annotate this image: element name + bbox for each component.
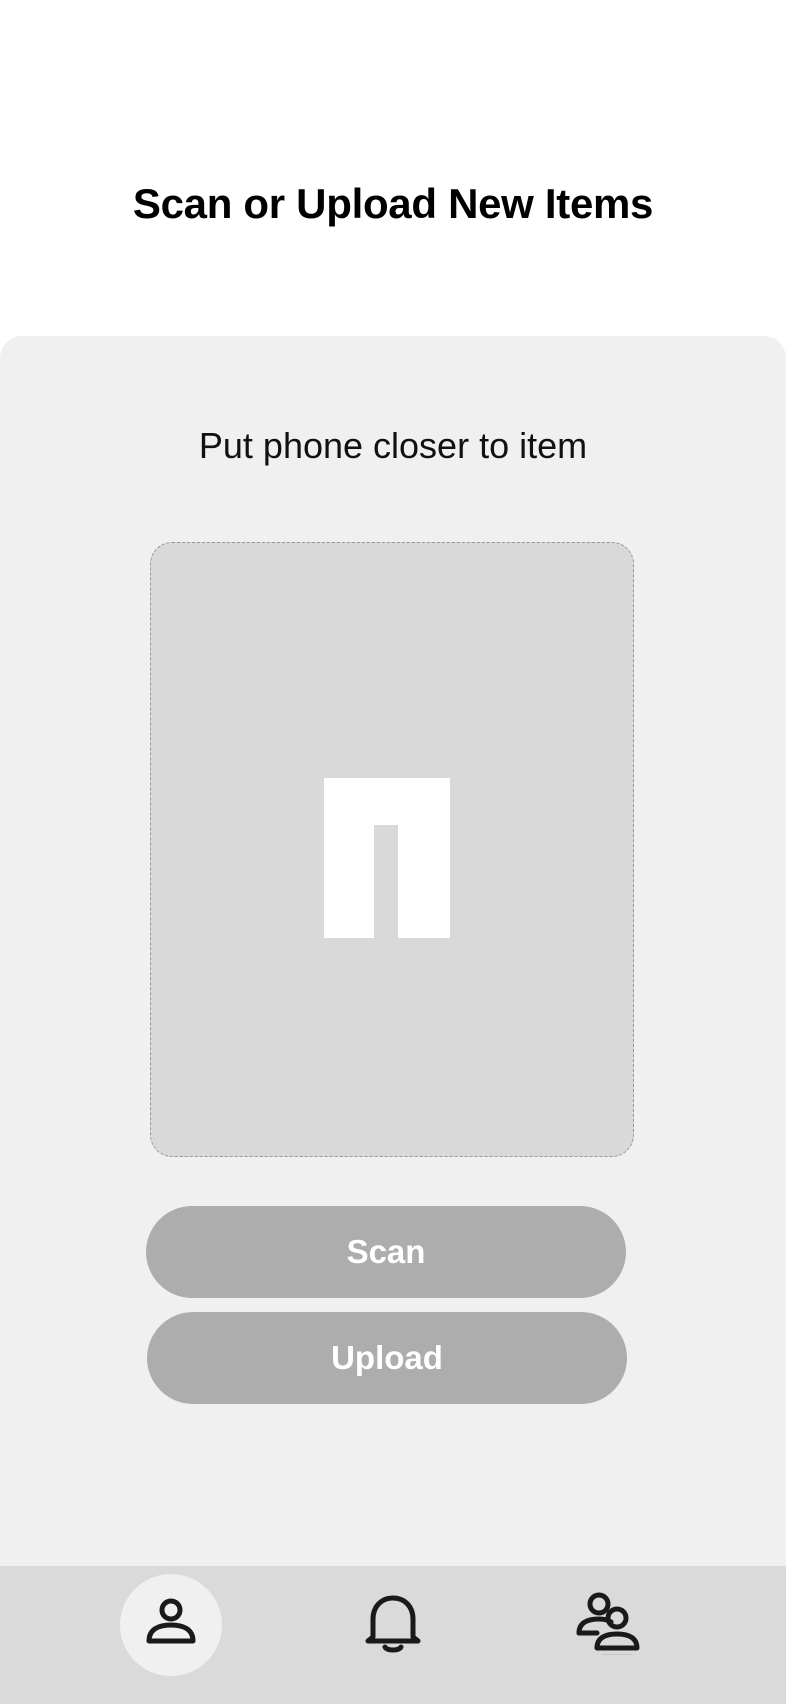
bell-icon xyxy=(363,1591,423,1660)
camera-preview[interactable] xyxy=(150,542,634,1157)
nav-community[interactable] xyxy=(558,1574,660,1676)
upload-button[interactable]: Upload xyxy=(147,1312,627,1404)
page-title: Scan or Upload New Items xyxy=(132,180,654,227)
scan-upload-screen: Scan or Upload New Items Put phone close… xyxy=(0,0,786,1704)
nav-notifications[interactable] xyxy=(342,1574,444,1676)
image-placeholder-icon xyxy=(324,778,450,943)
user-icon xyxy=(143,1595,199,1656)
users-icon xyxy=(575,1591,643,1660)
scan-panel: Put phone closer to item Scan Upload xyxy=(0,336,786,1566)
nav-profile[interactable] xyxy=(120,1574,222,1676)
bottom-nav xyxy=(0,1566,786,1704)
scan-hint: Put phone closer to item xyxy=(198,425,588,466)
scan-button[interactable]: Scan xyxy=(146,1206,626,1298)
